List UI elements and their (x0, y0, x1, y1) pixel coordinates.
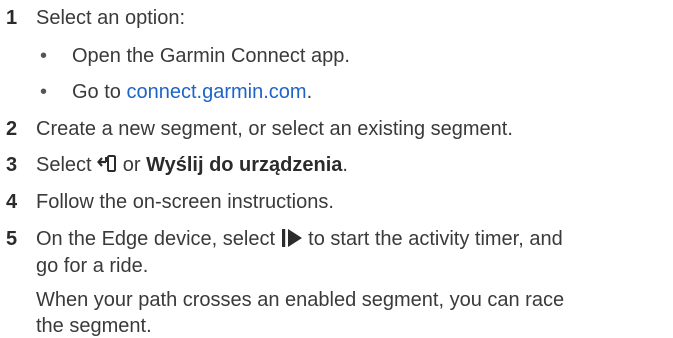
send-to-device-label: Wyślij do urządzenia (146, 154, 343, 176)
note-text: the segment. (36, 315, 152, 337)
step-number: 1 (6, 7, 18, 29)
step-number: 5 (6, 228, 18, 250)
step-text: On the Edge device, select to start the … (36, 227, 563, 254)
note-text: When your path crosses an enabled segmen… (36, 289, 565, 311)
step-text-before: On the Edge device, select (36, 228, 276, 250)
bullet: • (40, 45, 48, 67)
bullet: • (40, 81, 48, 103)
step-text-after: . (342, 154, 348, 176)
step-text: go for a ride. (36, 255, 149, 277)
option-prefix: Go to (72, 81, 121, 103)
step-text-middle: or (122, 154, 141, 176)
option-text: Open the Garmin Connect app. (72, 45, 350, 67)
option-suffix: . (306, 81, 313, 103)
step-number: 4 (6, 191, 18, 213)
document-page: { "steps": [ { "number": "1", "text": "S… (0, 0, 673, 337)
step-text: Select an option: (36, 7, 185, 29)
connect-garmin-link[interactable]: connect.garmin.com (126, 81, 306, 103)
send-to-device-icon (97, 154, 117, 180)
step-text-after: to start the activity timer, and (308, 228, 563, 250)
step-text: Follow the on-screen instructions. (36, 191, 334, 213)
step-number: 3 (6, 154, 18, 176)
step-text: Select or Wyślij do urządzenia. (36, 153, 348, 180)
step-number: 2 (6, 118, 18, 140)
option-text: Go to connect.garmin.com. (72, 80, 312, 104)
step-text-before: Select (36, 154, 92, 176)
start-timer-icon (281, 228, 303, 254)
step-text: Create a new segment, or select an exist… (36, 118, 513, 140)
